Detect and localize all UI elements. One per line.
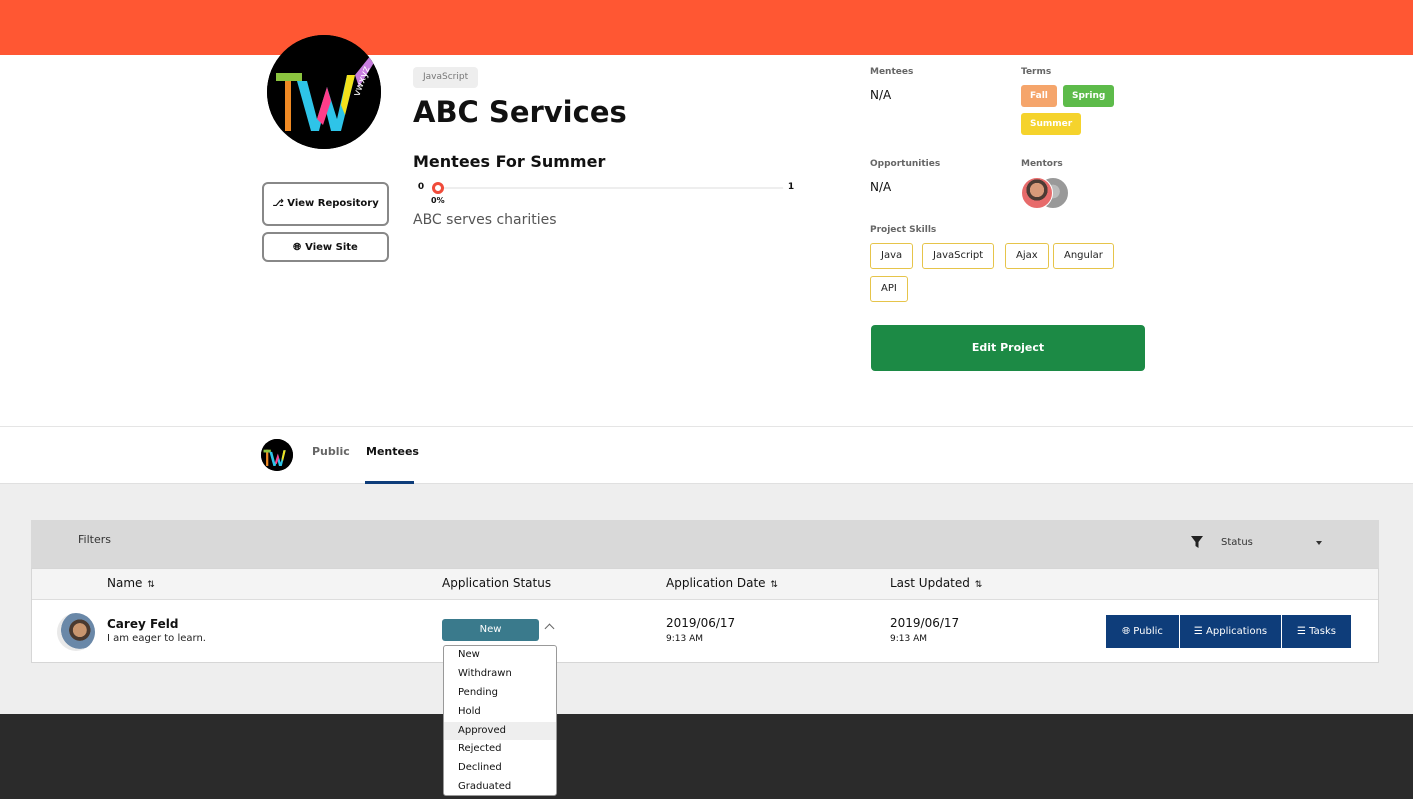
mentee-progress-bar: 0 1 0% [413,178,799,205]
globe-icon: 🌐︎ [293,241,302,253]
opportunities-label: Opportunities [870,159,941,169]
mentees-label: Mentees [870,67,914,77]
mentee-name[interactable]: Carey Feld [107,617,179,631]
progress-min: 0 [413,179,429,195]
tab-project-logo [261,439,293,471]
column-header-name[interactable]: Name ⇅ [107,576,155,590]
dropdown-option[interactable]: Approved [444,721,556,741]
column-header-updated[interactable]: Last Updated ⇅ [890,576,982,590]
term-spring-badge: Spring [1063,85,1115,107]
term-summer-badge: Summer [1021,113,1082,135]
tasks-button-label: Tasks [1309,626,1336,637]
tab-public[interactable]: Public [312,445,350,458]
view-site-button[interactable]: 🌐︎ View Site [262,232,389,262]
progress-track [433,187,787,189]
project-skills-label: Project Skills [870,225,937,235]
top-banner [0,0,1413,55]
edit-project-button[interactable]: Edit Project [871,325,1145,371]
view-site-label: View Site [305,241,358,253]
project-description: ABC serves charities [413,212,557,228]
dropdown-option[interactable]: Pending [444,684,556,703]
status-filter-select[interactable]: Status [1214,532,1324,554]
sort-icon: ⇅ [971,580,983,590]
filters-label: Filters [78,533,111,546]
term-fall-badge: Fall [1021,85,1057,107]
application-time: 9:13 AM [666,634,703,644]
dropdown-option[interactable]: Graduated [444,778,556,797]
application-date: 2019/06/17 [666,616,736,630]
list-icon: ☰ [1297,626,1306,637]
tasks-button[interactable]: ☰ Tasks [1282,615,1351,648]
terms-label: Terms [1021,67,1052,77]
globe-icon: 🌐︎ [1122,626,1131,637]
column-header-label: Name [107,576,143,590]
view-repository-button[interactable]: ⎇ View Repository [262,182,389,226]
skill-tag: Ajax [1005,243,1049,269]
dropdown-option[interactable]: Hold [444,703,556,722]
public-button[interactable]: 🌐︎ Public [1106,615,1179,648]
caret-down-icon [1316,541,1322,545]
footer [0,714,1413,799]
applications-button-label: Applications [1206,626,1268,637]
public-button-label: Public [1133,626,1163,637]
mentees-table: Name ⇅ Application Status Application Da… [31,568,1379,663]
column-header-status: Application Status [442,576,552,590]
tab-mentees[interactable]: Mentees [366,445,419,458]
sort-icon: ⇅ [767,580,778,590]
status-dropdown-menu: New Withdrawn Pending Hold Approved Reje… [443,645,557,796]
sort-icon: ⇅ [144,580,155,590]
opportunities-value: N/A [870,180,892,194]
list-icon: ☰ [1193,626,1203,637]
applications-button[interactable]: ☰ Applications [1180,615,1281,648]
progress-max: 1 [783,179,799,195]
avatar [57,613,95,651]
column-header-label: Last Updated [890,576,970,590]
repository-icon: ⎇ [272,198,284,209]
chevron-up-icon[interactable] [544,623,555,634]
mentees-value: N/A [870,88,892,102]
last-updated-date: 2019/06/17 [890,616,960,630]
mentors-label: Mentors [1021,159,1063,169]
column-header-app-date[interactable]: Application Date ⇅ [666,576,778,590]
column-header-label: Application Date [666,576,766,590]
skill-tag: Java [870,243,914,269]
application-status-select[interactable]: New [442,619,539,641]
dropdown-option[interactable]: New [444,646,556,665]
table-header: Name ⇅ Application Status Application Da… [32,569,1378,600]
project-subtitle: Mentees For Summer [413,152,606,171]
skill-tag: Angular [1053,243,1114,269]
mentor-avatar[interactable] [1021,177,1053,209]
dropdown-option[interactable]: Withdrawn [444,665,556,684]
project-logo: vwxyz [267,35,381,149]
status-filter-label: Status [1221,537,1253,548]
last-updated-time: 9:13 AM [890,634,927,644]
language-tag: JavaScript [413,67,479,88]
project-title: ABC Services [413,95,627,129]
skill-tag: JavaScript [922,243,995,269]
mentee-bio: I am eager to learn. [107,633,206,644]
dropdown-option[interactable]: Rejected [444,740,556,759]
filter-icon [1191,536,1203,548]
project-tabs: Public Mentees [0,426,1413,484]
progress-knob [432,182,444,194]
skill-tag: API [870,276,908,302]
filters-bar: Filters Status [31,520,1379,568]
dropdown-option[interactable]: Declined [444,759,556,778]
view-repository-label: View Repository [287,198,379,209]
progress-percent: 0% [431,196,445,205]
